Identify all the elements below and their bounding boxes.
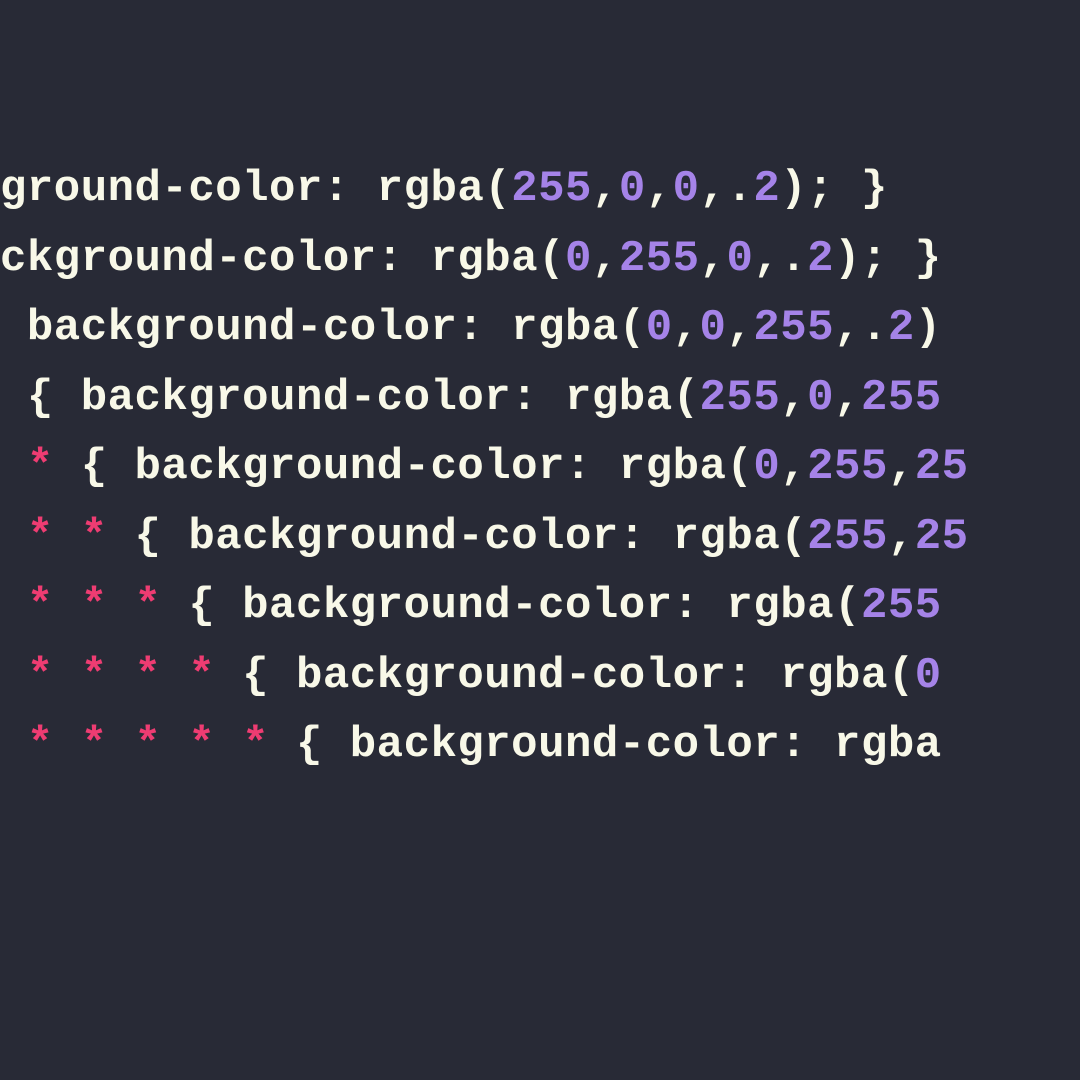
code-token-default: ,: [780, 442, 807, 492]
code-token-number: 0: [673, 164, 700, 214]
code-token-default: ,: [834, 373, 861, 423]
code-token-default: ,: [888, 442, 915, 492]
code-token-default: { background-color: rgba(: [0, 373, 700, 423]
code-line: { background-color: rgba(255,0,255: [0, 364, 1080, 434]
code-token-selector: * * * *: [0, 651, 215, 701]
code-token-number: 25: [915, 442, 969, 492]
code-token-number: 2: [807, 234, 834, 284]
code-token-number: 0: [619, 164, 646, 214]
code-token-default: ,: [700, 234, 727, 284]
code-token-selector: * * *: [0, 581, 161, 631]
code-line: background-color: rgba(0,0,255,.2): [0, 294, 1080, 364]
code-token-number: 255: [753, 303, 834, 353]
code-line: * * * * { background-color: rgba(0: [0, 642, 1080, 712]
code-token-default: ,: [726, 303, 753, 353]
code-token-number: 0: [646, 303, 673, 353]
code-token-default: { background-color: rgba(: [108, 512, 808, 562]
code-token-number: 2: [753, 164, 780, 214]
code-token-number: 255: [861, 373, 942, 423]
code-token-number: 0: [807, 373, 834, 423]
code-token-default: { background-color: rgba(: [215, 651, 915, 701]
code-token-default: ,: [888, 512, 915, 562]
code-token-default: ground-color: rgba(: [0, 164, 511, 214]
code-line: * * * { background-color: rgba(255: [0, 572, 1080, 642]
code-token-selector: * *: [0, 512, 108, 562]
code-editor-viewport: ground-color: rgba(255,0,0,.2); }ckgroun…: [0, 155, 1080, 781]
code-token-number: 255: [807, 442, 888, 492]
code-token-default: ,: [592, 234, 619, 284]
code-token-default: ); }: [780, 164, 888, 214]
code-token-default: { background-color: rgba(: [161, 581, 861, 631]
code-line: ground-color: rgba(255,0,0,.2); }: [0, 155, 1080, 225]
code-token-number: 255: [511, 164, 592, 214]
code-token-number: 0: [753, 442, 780, 492]
code-line: ckground-color: rgba(0,255,0,.2); }: [0, 225, 1080, 295]
code-token-default: ): [915, 303, 942, 353]
code-token-selector: *: [0, 442, 54, 492]
code-token-default: ckground-color: rgba(: [0, 234, 565, 284]
code-token-number: 255: [619, 234, 700, 284]
code-token-selector: * * * * *: [0, 720, 269, 770]
code-token-number: 255: [861, 581, 942, 631]
code-token-default: background-color: rgba(: [0, 303, 646, 353]
code-token-default: { background-color: rgba: [269, 720, 942, 770]
code-token-number: 0: [726, 234, 753, 284]
code-token-default: ,: [646, 164, 673, 214]
code-token-number: 2: [888, 303, 915, 353]
code-token-number: 255: [700, 373, 781, 423]
code-token-default: ,: [673, 303, 700, 353]
code-token-number: 0: [915, 651, 942, 701]
code-token-default: { background-color: rgba(: [54, 442, 754, 492]
code-token-default: ,.: [753, 234, 807, 284]
code-token-number: 0: [565, 234, 592, 284]
code-token-default: ,.: [834, 303, 888, 353]
code-line: * * * * * { background-color: rgba: [0, 711, 1080, 781]
code-token-number: 255: [807, 512, 888, 562]
code-token-default: ); }: [834, 234, 942, 284]
code-line: * { background-color: rgba(0,255,25: [0, 433, 1080, 503]
code-token-default: ,: [592, 164, 619, 214]
code-token-default: ,.: [700, 164, 754, 214]
code-token-number: 0: [700, 303, 727, 353]
code-token-number: 25: [915, 512, 969, 562]
code-token-default: ,: [780, 373, 807, 423]
code-line: * * { background-color: rgba(255,25: [0, 503, 1080, 573]
